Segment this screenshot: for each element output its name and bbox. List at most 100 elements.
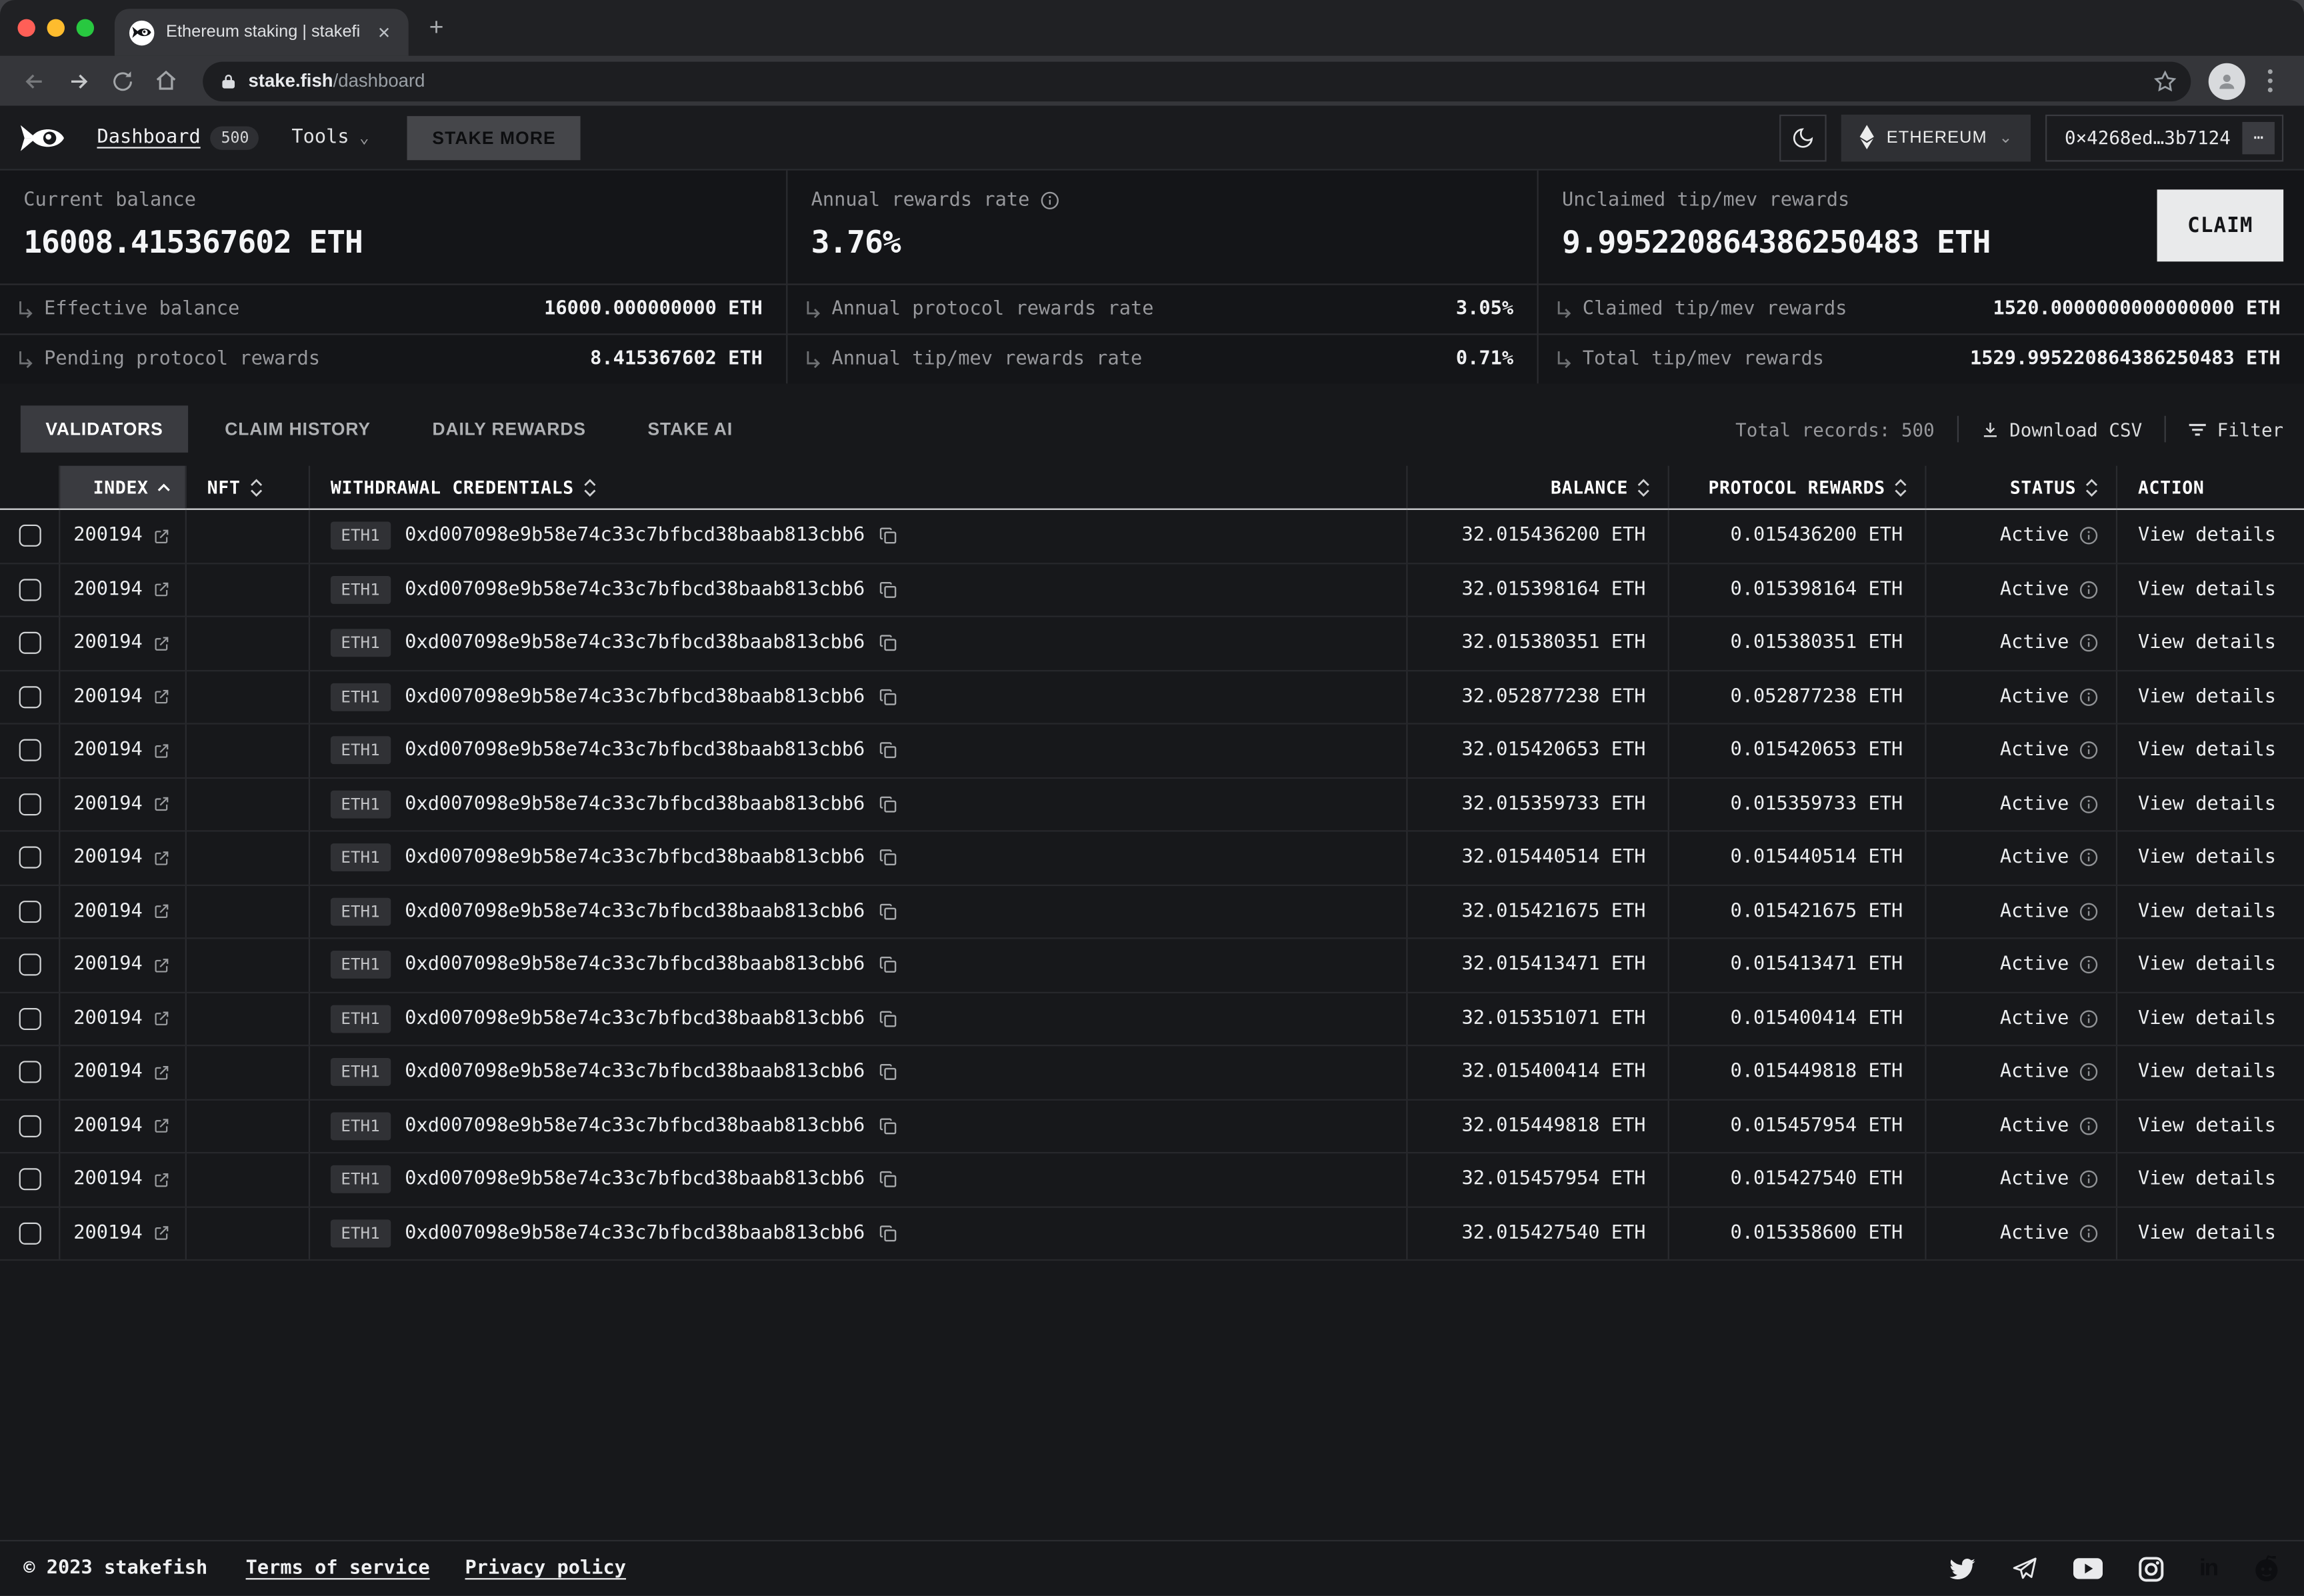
row-checkbox[interactable] bbox=[19, 739, 41, 761]
view-details-link[interactable]: View details bbox=[2138, 793, 2276, 815]
nav-dashboard-link[interactable]: Dashboard 500 bbox=[97, 125, 259, 149]
instagram-icon[interactable] bbox=[2137, 1555, 2164, 1582]
external-link-icon[interactable] bbox=[153, 742, 170, 759]
view-details-link[interactable]: View details bbox=[2138, 847, 2276, 869]
terms-link[interactable]: Terms of service bbox=[246, 1557, 430, 1579]
validator-index[interactable]: 200194 bbox=[73, 525, 143, 547]
view-details-link[interactable]: View details bbox=[2138, 1007, 2276, 1029]
view-details-link[interactable]: View details bbox=[2138, 739, 2276, 761]
view-details-link[interactable]: View details bbox=[2138, 954, 2276, 976]
validator-index[interactable]: 200194 bbox=[73, 793, 143, 815]
row-checkbox[interactable] bbox=[19, 1222, 41, 1244]
claim-button[interactable]: CLAIM bbox=[2157, 189, 2284, 261]
home-icon[interactable] bbox=[147, 62, 185, 100]
row-checkbox[interactable] bbox=[19, 579, 41, 601]
wallet-menu-icon[interactable]: ⋯ bbox=[2242, 121, 2274, 153]
telegram-icon[interactable] bbox=[2011, 1557, 2038, 1580]
browser-menu-icon[interactable] bbox=[2251, 62, 2289, 100]
validator-index[interactable]: 200194 bbox=[73, 1222, 143, 1244]
row-checkbox[interactable] bbox=[19, 1169, 41, 1191]
column-header-withdrawal[interactable]: WITHDRAWAL CREDENTIALS bbox=[309, 466, 1406, 509]
validator-index[interactable]: 200194 bbox=[73, 1007, 143, 1029]
info-icon[interactable] bbox=[2079, 795, 2099, 814]
copy-icon[interactable] bbox=[878, 795, 897, 814]
tab-close-icon[interactable]: ✕ bbox=[371, 20, 397, 45]
validator-index[interactable]: 200194 bbox=[73, 1169, 143, 1191]
row-checkbox[interactable] bbox=[19, 1115, 41, 1137]
external-link-icon[interactable] bbox=[153, 635, 170, 652]
network-selector-button[interactable]: ETHEREUM ⌄ bbox=[1841, 114, 2031, 161]
reddit-icon[interactable] bbox=[2253, 1555, 2281, 1583]
tab-claim-history[interactable]: CLAIM HISTORY bbox=[200, 405, 396, 453]
info-icon[interactable] bbox=[2079, 1063, 2099, 1082]
back-icon[interactable] bbox=[15, 62, 53, 100]
external-link-icon[interactable] bbox=[153, 849, 170, 866]
view-details-link[interactable]: View details bbox=[2138, 1115, 2276, 1137]
validator-index[interactable]: 200194 bbox=[73, 847, 143, 869]
info-icon[interactable] bbox=[2079, 1009, 2099, 1029]
copy-icon[interactable] bbox=[878, 687, 897, 707]
column-header-index[interactable]: INDEX bbox=[59, 466, 185, 509]
column-header-protocol-rewards[interactable]: PROTOCOL REWARDS bbox=[1668, 466, 1925, 509]
tab-stake-ai[interactable]: STAKE AI bbox=[623, 405, 758, 453]
info-icon[interactable] bbox=[2079, 1117, 2099, 1136]
validator-index[interactable]: 200194 bbox=[73, 954, 143, 976]
external-link-icon[interactable] bbox=[153, 795, 170, 813]
info-icon[interactable] bbox=[2079, 902, 2099, 921]
row-checkbox[interactable] bbox=[19, 847, 41, 869]
row-checkbox[interactable] bbox=[19, 793, 41, 815]
info-icon[interactable] bbox=[1040, 191, 1059, 211]
bookmark-star-icon[interactable] bbox=[2154, 70, 2176, 92]
validator-index[interactable]: 200194 bbox=[73, 1115, 143, 1137]
row-checkbox[interactable] bbox=[19, 632, 41, 654]
info-icon[interactable] bbox=[2079, 1223, 2099, 1243]
stake-more-button[interactable]: STAKE MORE bbox=[407, 115, 581, 159]
copy-icon[interactable] bbox=[878, 848, 897, 867]
row-checkbox[interactable] bbox=[19, 1007, 41, 1029]
view-details-link[interactable]: View details bbox=[2138, 525, 2276, 547]
row-checkbox[interactable] bbox=[19, 1061, 41, 1083]
validator-index[interactable]: 200194 bbox=[73, 901, 143, 923]
window-minimize-button[interactable] bbox=[47, 19, 65, 37]
forward-icon[interactable] bbox=[59, 62, 97, 100]
wallet-address-chip[interactable]: 0×4268ed…3b7124 ⋯ bbox=[2045, 114, 2283, 161]
view-details-link[interactable]: View details bbox=[2138, 686, 2276, 708]
copy-icon[interactable] bbox=[878, 1063, 897, 1082]
info-icon[interactable] bbox=[2079, 527, 2099, 546]
external-link-icon[interactable] bbox=[153, 1117, 170, 1135]
copy-icon[interactable] bbox=[878, 1223, 897, 1243]
browser-profile-avatar[interactable] bbox=[2209, 63, 2245, 99]
window-zoom-button[interactable] bbox=[77, 19, 94, 37]
row-checkbox[interactable] bbox=[19, 525, 41, 547]
external-link-icon[interactable] bbox=[153, 1010, 170, 1027]
copy-icon[interactable] bbox=[878, 527, 897, 546]
info-icon[interactable] bbox=[2079, 741, 2099, 760]
external-link-icon[interactable] bbox=[153, 903, 170, 920]
external-link-icon[interactable] bbox=[153, 527, 170, 545]
linkedin-icon[interactable]: in bbox=[2199, 1555, 2217, 1582]
column-header-nft[interactable]: NFT bbox=[185, 466, 309, 509]
browser-tab[interactable]: Ethereum staking | stakefish ✕ bbox=[115, 9, 409, 56]
validator-index[interactable]: 200194 bbox=[73, 686, 143, 708]
info-icon[interactable] bbox=[2079, 848, 2099, 867]
copy-icon[interactable] bbox=[878, 1170, 897, 1189]
view-details-link[interactable]: View details bbox=[2138, 1061, 2276, 1083]
window-close-button[interactable] bbox=[17, 19, 35, 37]
external-link-icon[interactable] bbox=[153, 956, 170, 973]
info-icon[interactable] bbox=[2079, 955, 2099, 975]
privacy-link[interactable]: Privacy policy bbox=[465, 1557, 627, 1579]
youtube-icon[interactable] bbox=[2073, 1557, 2102, 1579]
copy-icon[interactable] bbox=[878, 580, 897, 599]
download-csv-button[interactable]: Download CSV bbox=[1980, 418, 2142, 440]
view-details-link[interactable]: View details bbox=[2138, 901, 2276, 923]
copy-icon[interactable] bbox=[878, 741, 897, 760]
row-checkbox[interactable] bbox=[19, 901, 41, 923]
twitter-icon[interactable] bbox=[1948, 1557, 1976, 1580]
nav-tools-menu[interactable]: Tools ⌄ bbox=[291, 127, 369, 149]
copy-icon[interactable] bbox=[878, 902, 897, 921]
validator-index[interactable]: 200194 bbox=[73, 579, 143, 601]
tab-daily-rewards[interactable]: DAILY REWARDS bbox=[407, 405, 611, 453]
copy-icon[interactable] bbox=[878, 955, 897, 975]
validator-index[interactable]: 200194 bbox=[73, 632, 143, 654]
info-icon[interactable] bbox=[2079, 687, 2099, 707]
